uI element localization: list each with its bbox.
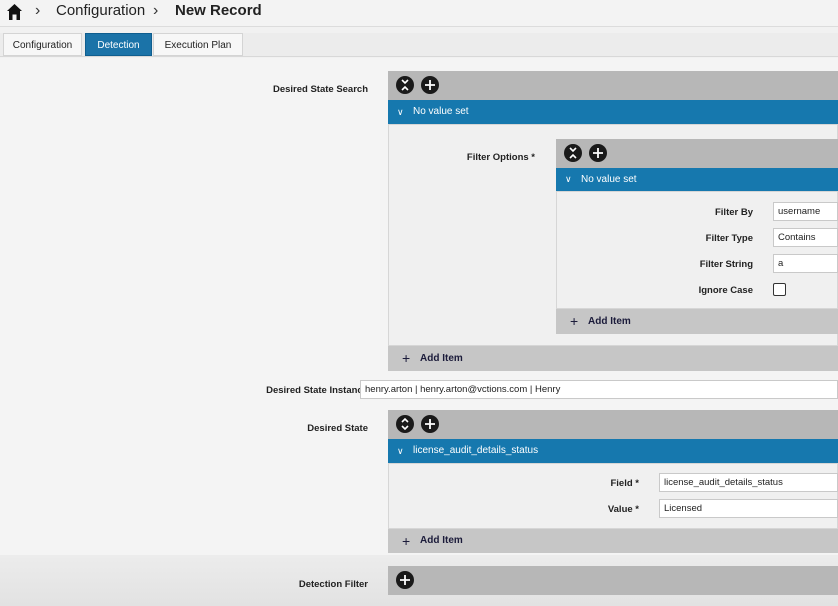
filter-type-label: Filter Type	[705, 233, 753, 244]
page-title: New Record	[175, 2, 262, 19]
desired-state-instance-label: Desired State Instance	[266, 385, 368, 396]
collapse-all-button[interactable]	[564, 144, 582, 162]
detection-filter-label: Detection Filter	[298, 579, 368, 590]
add-item-label: Add Item	[588, 316, 631, 327]
plus-icon	[593, 148, 603, 158]
value-header-text: No value set	[581, 174, 637, 185]
expand-all-button[interactable]	[396, 415, 414, 433]
desired-state-instance-input[interactable]: henry.arton | henry.arton@vctions.com | …	[360, 380, 838, 399]
header-bar: › Configuration › New Record	[0, 0, 838, 27]
filter-options-add-item-button[interactable]: + Add Item	[556, 309, 838, 334]
desired-state-search-label: Desired State Search	[272, 84, 368, 95]
tab-execution-plan[interactable]: Execution Plan	[153, 33, 243, 56]
field-input[interactable]: license_audit_details_status	[659, 473, 838, 492]
detection-filter-toolbar	[388, 566, 838, 595]
add-item-label: Add Item	[420, 535, 463, 546]
desired-state-search-add-item-button[interactable]: + Add Item	[388, 346, 838, 371]
plus-icon: +	[402, 533, 411, 549]
expand-icon	[401, 418, 409, 430]
value-header-text: license_audit_details_status	[413, 445, 539, 456]
collapse-icon	[569, 147, 577, 159]
desired-state-value-header[interactable]: ∨ license_audit_details_status	[388, 439, 838, 463]
filter-options-value-header[interactable]: ∨ No value set	[556, 168, 838, 191]
desired-state-add-item-button[interactable]: + Add Item	[388, 529, 838, 553]
desired-state-toolbar	[388, 410, 838, 439]
chevron-right-icon: ›	[153, 2, 159, 19]
chevron-right-icon: ›	[35, 2, 41, 19]
value-header-text: No value set	[413, 106, 469, 117]
add-button[interactable]	[589, 144, 607, 162]
value-label: Value *	[607, 504, 639, 515]
plus-icon	[425, 80, 435, 90]
add-button[interactable]	[421, 76, 439, 94]
ignore-case-label: Ignore Case	[698, 285, 753, 296]
value-input[interactable]: Licensed	[659, 499, 838, 518]
plus-icon	[400, 575, 410, 585]
plus-icon	[425, 419, 435, 429]
tab-configuration[interactable]: Configuration	[3, 33, 82, 56]
filter-type-select[interactable]: Contains	[773, 228, 838, 247]
filter-string-input[interactable]: a	[773, 254, 838, 273]
add-item-label: Add Item	[420, 353, 463, 364]
chevron-down-icon: ∨	[565, 174, 572, 184]
desired-state-search-toolbar	[388, 71, 838, 100]
desired-state-search-value-header[interactable]: ∨ No value set	[388, 100, 838, 124]
plus-icon: +	[570, 313, 579, 329]
field-label: Field *	[610, 478, 639, 489]
home-icon[interactable]	[6, 3, 23, 21]
filter-by-input[interactable]: username	[773, 202, 838, 221]
add-button[interactable]	[396, 571, 414, 589]
filter-by-label: Filter By	[714, 207, 753, 218]
plus-icon: +	[402, 350, 411, 366]
filter-options-label: Filter Options *	[466, 152, 535, 163]
breadcrumb-configuration[interactable]: Configuration	[56, 2, 145, 19]
collapse-icon	[401, 79, 409, 91]
tab-detection[interactable]: Detection	[85, 33, 152, 56]
collapse-all-button[interactable]	[396, 76, 414, 94]
add-button[interactable]	[421, 415, 439, 433]
ignore-case-checkbox[interactable]	[773, 283, 786, 296]
chevron-down-icon: ∨	[397, 107, 404, 117]
filter-string-label: Filter String	[699, 259, 753, 270]
tab-bar: Configuration Detection Execution Plan	[0, 33, 838, 57]
desired-state-label: Desired State	[307, 423, 368, 434]
chevron-down-icon: ∨	[397, 446, 404, 456]
